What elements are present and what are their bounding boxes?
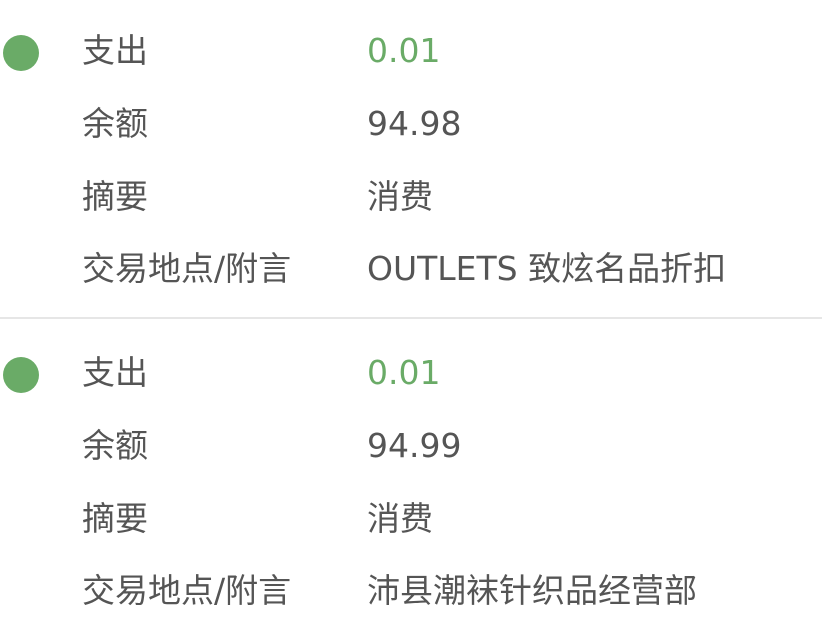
transaction-type-row: 支出 0.01: [0, 15, 822, 87]
balance-row: 余额 94.99: [0, 410, 822, 482]
transaction-place-row: 交易地点/附言 沛县潮袜针织品经营部: [0, 555, 822, 627]
balance-label: 余额: [82, 426, 148, 465]
summary-label: 摘要: [82, 499, 148, 538]
record-divider: [0, 317, 822, 319]
summary-row: 摘要 消费: [0, 483, 822, 555]
balance-row: 余额 94.98: [0, 88, 822, 160]
balance-value: 94.98: [367, 104, 462, 143]
status-dot-icon: [3, 357, 39, 393]
summary-value: 消费: [367, 499, 433, 538]
transaction-type-label: 支出: [82, 31, 148, 70]
status-dot-icon: [3, 35, 39, 71]
transaction-place-label: 交易地点/附言: [82, 571, 292, 610]
transaction-amount: 0.01: [367, 31, 441, 70]
transaction-place-value: 沛县潮袜针织品经营部: [367, 571, 697, 610]
transaction-amount: 0.01: [367, 353, 441, 392]
transaction-place-row: 交易地点/附言 OUTLETS 致炫名品折扣: [0, 233, 822, 305]
summary-row: 摘要 消费: [0, 161, 822, 233]
balance-value: 94.99: [367, 426, 462, 465]
balance-label: 余额: [82, 104, 148, 143]
transaction-place-label: 交易地点/附言: [82, 249, 292, 288]
summary-value: 消费: [367, 177, 433, 216]
transaction-place-value: OUTLETS 致炫名品折扣: [367, 249, 727, 288]
transaction-type-row: 支出 0.01: [0, 337, 822, 409]
transaction-type-label: 支出: [82, 353, 148, 392]
summary-label: 摘要: [82, 177, 148, 216]
